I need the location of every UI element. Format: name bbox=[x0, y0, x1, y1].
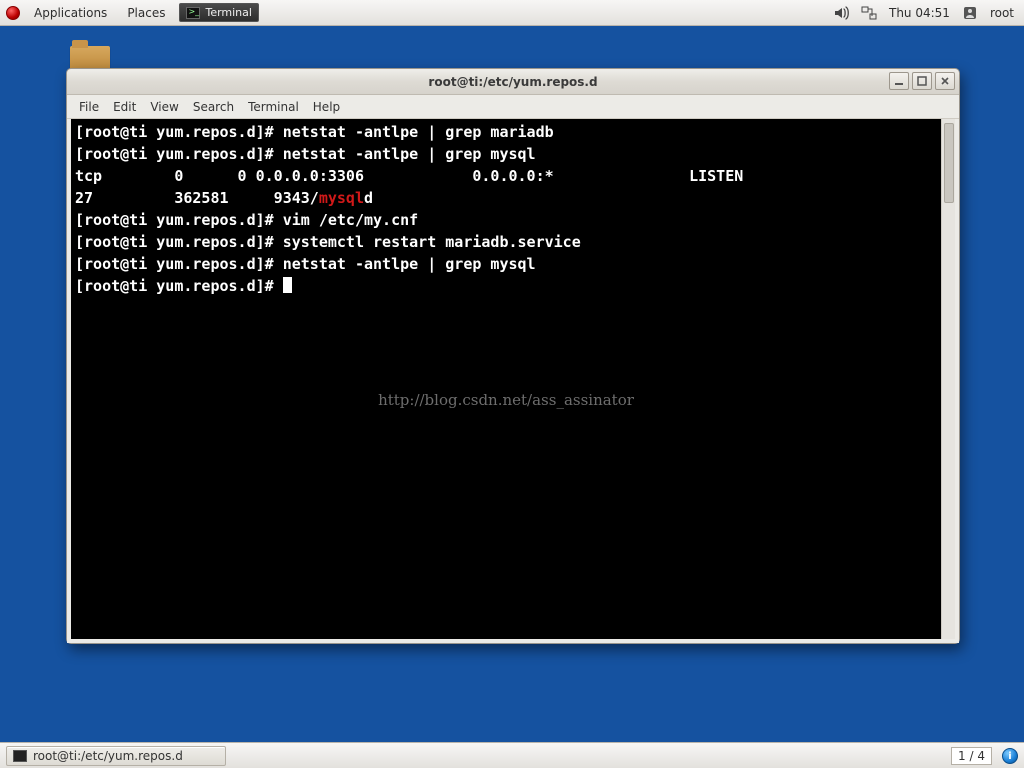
workspace-indicator[interactable]: 1 / 4 bbox=[951, 747, 992, 765]
grep-match: mysql bbox=[319, 189, 364, 207]
window-titlebar[interactable]: root@ti:/etc/yum.repos.d bbox=[67, 69, 959, 95]
term-line: [root@ti yum.repos.d]# netstat -antlpe |… bbox=[75, 145, 536, 163]
menu-help[interactable]: Help bbox=[313, 100, 340, 114]
term-prompt: [root@ti yum.repos.d]# bbox=[75, 277, 283, 295]
menu-view[interactable]: View bbox=[150, 100, 178, 114]
taskbar-window-label: root@ti:/etc/yum.repos.d bbox=[33, 749, 183, 763]
applications-menu[interactable]: Applications bbox=[28, 6, 113, 20]
terminal-icon bbox=[13, 750, 27, 762]
minimize-button[interactable] bbox=[889, 72, 909, 90]
terminal-icon: >_ bbox=[186, 7, 200, 19]
terminal-output[interactable]: [root@ti yum.repos.d]# netstat -antlpe |… bbox=[71, 119, 941, 639]
term-line: [root@ti yum.repos.d]# netstat -antlpe |… bbox=[75, 123, 554, 141]
menu-terminal[interactable]: Terminal bbox=[248, 100, 299, 114]
network-icon[interactable] bbox=[861, 5, 877, 21]
volume-icon[interactable] bbox=[833, 5, 849, 21]
terminal-window: root@ti:/etc/yum.repos.d File Edit View … bbox=[66, 68, 960, 644]
term-line: [root@ti yum.repos.d]# vim /etc/my.cnf bbox=[75, 211, 418, 229]
close-button[interactable] bbox=[935, 72, 955, 90]
watermark-text: http://blog.csdn.net/ass_assinator bbox=[71, 389, 941, 411]
scrollbar-thumb[interactable] bbox=[944, 123, 954, 203]
maximize-button[interactable] bbox=[912, 72, 932, 90]
menu-file[interactable]: File bbox=[79, 100, 99, 114]
term-line: [root@ti yum.repos.d]# systemctl restart… bbox=[75, 233, 581, 251]
bottom-panel: root@ti:/etc/yum.repos.d 1 / 4 i bbox=[0, 742, 1024, 768]
window-title: root@ti:/etc/yum.repos.d bbox=[428, 75, 597, 89]
clock[interactable]: Thu 04:51 bbox=[889, 6, 950, 20]
terminal-menubar: File Edit View Search Terminal Help bbox=[67, 95, 959, 119]
menu-edit[interactable]: Edit bbox=[113, 100, 136, 114]
places-menu[interactable]: Places bbox=[121, 6, 171, 20]
user-label[interactable]: root bbox=[990, 6, 1014, 20]
term-line: d bbox=[364, 189, 472, 207]
distro-logo-icon bbox=[6, 6, 20, 20]
taskbar-terminal-label: Terminal bbox=[205, 6, 252, 19]
taskbar-terminal-button[interactable]: >_ Terminal bbox=[179, 3, 259, 22]
term-line: 27 362581 9343/ bbox=[75, 189, 319, 207]
term-line: [root@ti yum.repos.d]# netstat -antlpe |… bbox=[75, 255, 536, 273]
taskbar-window-button[interactable]: root@ti:/etc/yum.repos.d bbox=[6, 746, 226, 766]
user-switch-icon[interactable] bbox=[962, 5, 978, 21]
term-line: tcp 0 0 0.0.0.0:3306 0.0.0.0:* LISTEN bbox=[75, 167, 788, 185]
terminal-scrollbar[interactable] bbox=[941, 119, 955, 639]
info-icon[interactable]: i bbox=[1002, 748, 1018, 764]
terminal-cursor bbox=[283, 277, 292, 293]
top-panel: Applications Places >_ Terminal Thu 04:5… bbox=[0, 0, 1024, 26]
menu-search[interactable]: Search bbox=[193, 100, 234, 114]
